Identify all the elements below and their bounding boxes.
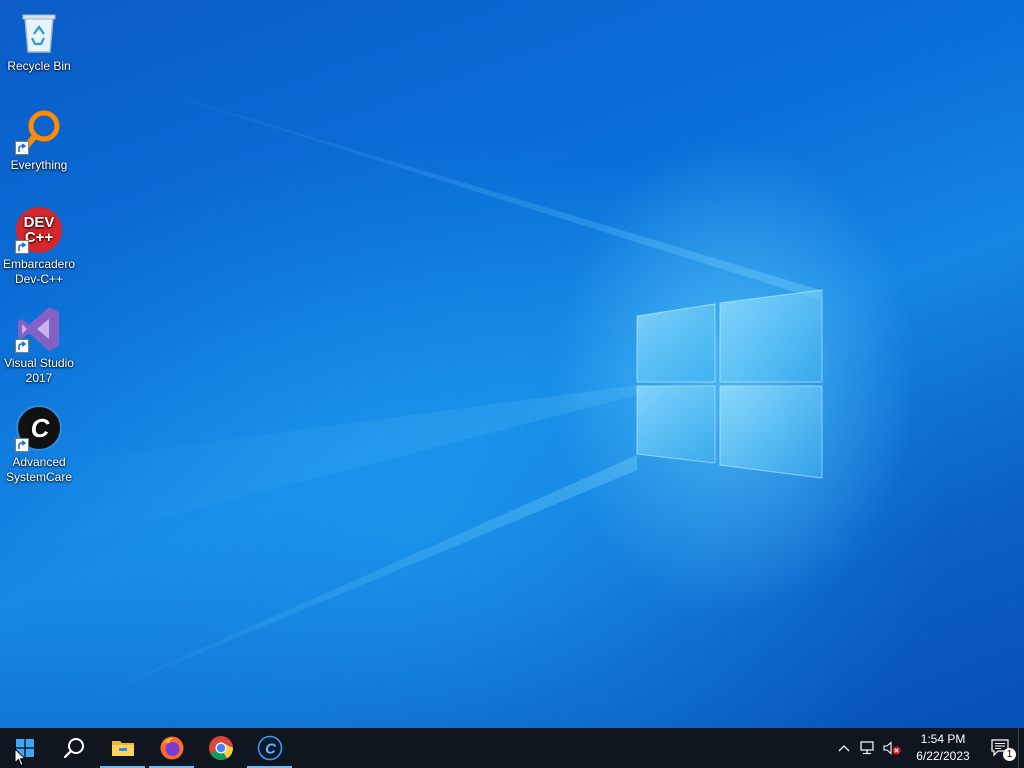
desktop-icon-recycle-bin[interactable]: Recycle Bin <box>2 8 76 74</box>
advanced-systemcare-icon: C <box>257 735 282 761</box>
shortcut-arrow-icon <box>15 438 29 452</box>
firefox-icon <box>160 736 183 760</box>
search-icon <box>63 738 84 759</box>
visual-studio-icon <box>15 305 63 353</box>
desktop-icon-label: Recycle Bin <box>7 59 71 73</box>
chrome-icon <box>208 736 233 761</box>
notification-count-badge: 1 <box>1003 748 1016 761</box>
desktop-icon-everything[interactable]: Everything <box>2 107 76 173</box>
desktop-icon-visual-studio[interactable]: Visual Studio 2017 <box>2 305 76 386</box>
devcpp-icon-text-bottom: C++ <box>25 229 54 246</box>
file-explorer-icon <box>111 741 134 756</box>
network-button[interactable] <box>856 728 880 768</box>
action-center-button[interactable]: 1 <box>984 728 1018 768</box>
everything-search-icon <box>15 107 63 155</box>
volume-button[interactable] <box>880 728 904 768</box>
devcpp-icon: DEV C++ <box>15 206 63 254</box>
clock-date: 6/22/2023 <box>916 749 970 763</box>
taskbar: C 1:54 PM 6/22/2023 1 <box>0 728 1024 768</box>
desktop-icon-label: Visual Studio 2017 <box>4 356 74 385</box>
chevron-up-icon <box>838 745 850 752</box>
advanced-systemcare-icon: C <box>15 404 63 452</box>
shortcut-arrow-icon <box>15 339 29 353</box>
windows-wallpaper <box>0 70 823 720</box>
taskbar-chrome[interactable] <box>196 728 245 768</box>
desktop[interactable]: Recycle Bin Everything DEV C++ Embarcade… <box>0 0 1024 728</box>
network-icon <box>860 741 874 755</box>
recycle-bin-icon <box>15 8 63 56</box>
show-desktop-button[interactable] <box>1018 728 1024 768</box>
system-tray: 1:54 PM 6/22/2023 1 <box>832 728 1024 768</box>
desktop-icon-advanced-systemcare[interactable]: C Advanced SystemCare <box>2 404 76 485</box>
taskbar-firefox[interactable] <box>147 728 196 768</box>
desktop-icon-label: Embarcadero Dev-C++ <box>2 257 76 286</box>
advanced-systemcare-icon-text: C <box>31 413 51 443</box>
show-hidden-icons-button[interactable] <box>832 728 856 768</box>
search-button[interactable] <box>49 728 98 768</box>
advanced-systemcare-taskbar-text: C <box>265 741 277 758</box>
desktop-icon-label: Advanced SystemCare <box>5 455 73 484</box>
clock[interactable]: 1:54 PM 6/22/2023 <box>908 731 978 765</box>
desktop-icon-devcpp[interactable]: DEV C++ Embarcadero Dev-C++ <box>2 206 76 287</box>
volume-muted-icon <box>883 741 901 755</box>
taskbar-file-explorer[interactable] <box>98 728 147 768</box>
shortcut-arrow-icon <box>15 240 29 254</box>
desktop-icon-label: Everything <box>10 158 68 172</box>
clock-time: 1:54 PM <box>920 732 966 746</box>
mouse-cursor-icon <box>14 748 26 767</box>
shortcut-arrow-icon <box>15 141 29 155</box>
taskbar-advanced-systemcare[interactable]: C <box>245 728 294 768</box>
